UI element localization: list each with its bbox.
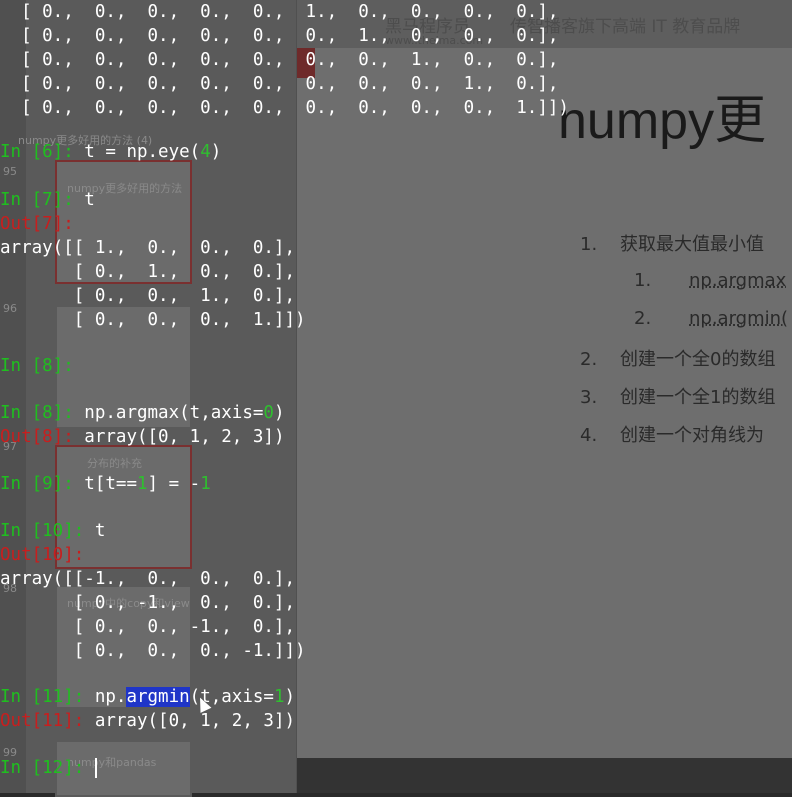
code-number: 1 bbox=[200, 474, 211, 494]
output-line: [ 0., 1., 0., 0.], bbox=[0, 262, 296, 282]
code-number: 0 bbox=[263, 403, 274, 423]
output-line: array([[ 1., 0., 0., 0.], bbox=[0, 238, 296, 258]
code: ) bbox=[273, 403, 285, 423]
text-cursor bbox=[94, 758, 97, 778]
output-value: array([0, 1, 2, 3]) bbox=[84, 427, 285, 447]
output-value: array([0, 1, 2, 3]) bbox=[94, 711, 296, 731]
code: ) bbox=[284, 687, 296, 707]
output-line: array([[-1., 0., 0., 0.], bbox=[0, 569, 296, 589]
code: np. bbox=[94, 687, 127, 707]
code-number: 4 bbox=[200, 142, 211, 162]
ipython-terminal[interactable]: [ 0., 0., 0., 0., 0., 1., 0., 0., 0., 0.… bbox=[0, 0, 792, 793]
in-prompt: In [8]: bbox=[0, 403, 85, 423]
output-line: [ 0., 0., 0., 0., 0., 0., 0., 1., 0., 0.… bbox=[0, 50, 559, 70]
in-prompt: In [7]: bbox=[0, 190, 85, 210]
output-line: [ 0., 0., 0., 0., 0., 0., 1., 0., 0., 0.… bbox=[0, 26, 559, 46]
in-prompt: In [9]: bbox=[0, 474, 85, 494]
input-line: In [11]: np.argmin(t,axis=1) bbox=[0, 685, 295, 709]
output-line: [ 0., 0., -1., 0.], bbox=[0, 617, 296, 637]
code: t bbox=[84, 190, 95, 210]
output-line: Out[8]: array([0, 1, 2, 3]) bbox=[0, 425, 284, 449]
output-prompt-line: Out[7]: bbox=[0, 212, 74, 236]
input-line: In [8]: bbox=[0, 354, 74, 378]
in-prompt: In [11]: bbox=[0, 687, 95, 707]
selected-text[interactable]: argmin bbox=[126, 687, 190, 707]
code: t bbox=[94, 521, 106, 541]
output-line: [ 0., 0., 0., 0., 0., 1., 0., 0., 0., 0.… bbox=[0, 2, 559, 22]
code: ) bbox=[210, 142, 222, 162]
output-line: Out[11]: array([0, 1, 2, 3]) bbox=[0, 709, 295, 733]
in-prompt: In [6]: bbox=[0, 142, 85, 162]
code: np.argmax(t,axis= bbox=[84, 403, 264, 423]
code: t = np.eye( bbox=[84, 142, 201, 162]
out-prompt: Out[11]: bbox=[0, 711, 95, 731]
out-prompt: Out[8]: bbox=[0, 427, 85, 447]
in-prompt: In [10]: bbox=[0, 521, 95, 541]
output-line: [ 0., 0., 0., 0., 0., 0., 0., 0., 1., 0.… bbox=[0, 74, 559, 94]
input-line: In [8]: np.argmax(t,axis=0) bbox=[0, 401, 285, 425]
code: t[t== bbox=[84, 474, 137, 494]
output-line: [ 0., 0., 0., 0., 0., 0., 0., 0., 0., 1.… bbox=[0, 98, 569, 118]
active-input-line[interactable]: In [12]: bbox=[0, 756, 97, 780]
output-line: [ 0., 0., 1., 0.], bbox=[0, 286, 296, 306]
in-prompt: In [8]: bbox=[0, 356, 74, 376]
input-line: In [9]: t[t==1] = -1 bbox=[0, 472, 211, 496]
out-prompt: Out[10]: bbox=[0, 545, 85, 565]
out-prompt: Out[7]: bbox=[0, 214, 74, 234]
output-line: [ 0., -1., 0., 0.], bbox=[0, 593, 296, 613]
input-line: In [6]: t = np.eye(4) bbox=[0, 140, 221, 164]
code: ] = - bbox=[147, 474, 201, 494]
output-line: [ 0., 0., 0., 1.]]) bbox=[0, 310, 306, 330]
output-line: [ 0., 0., 0., -1.]]) bbox=[0, 641, 306, 661]
output-prompt-line: Out[10]: bbox=[0, 543, 84, 567]
input-line: In [10]: t bbox=[0, 519, 105, 543]
code-number: 1 bbox=[136, 474, 148, 494]
code-number: 1 bbox=[273, 687, 285, 707]
input-line: In [7]: t bbox=[0, 188, 95, 212]
in-prompt: In [12]: bbox=[0, 758, 95, 778]
